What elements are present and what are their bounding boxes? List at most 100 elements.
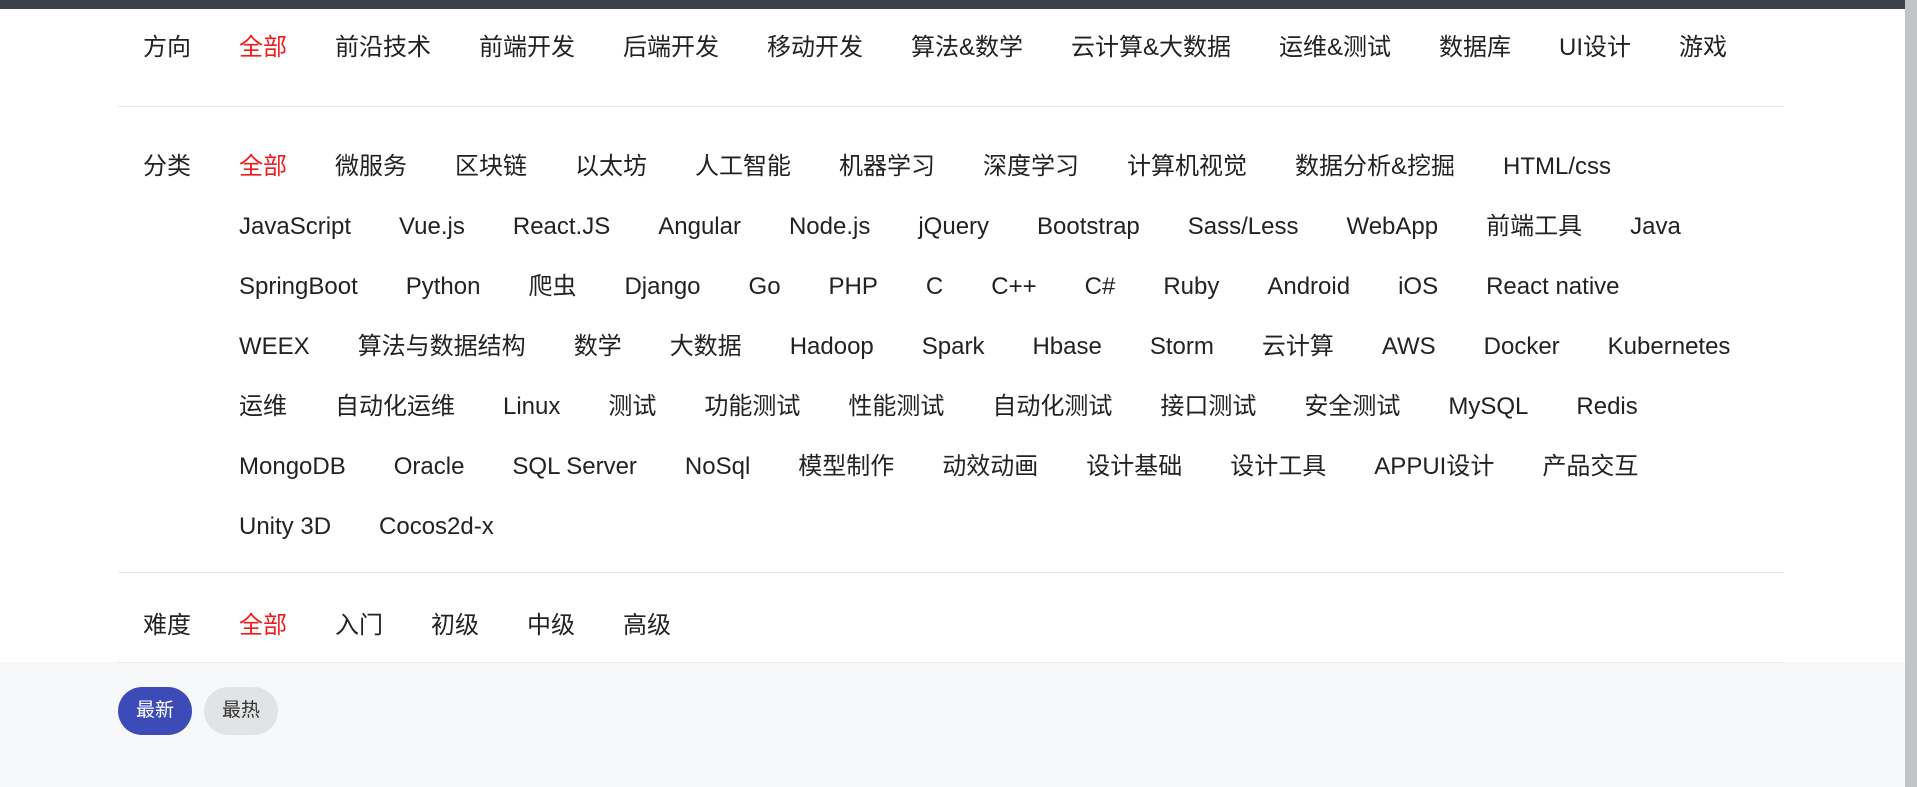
category-option[interactable]: 设计工具 bbox=[1230, 451, 1326, 511]
level-option[interactable]: 入门 bbox=[335, 610, 383, 642]
category-option[interactable]: 安全测试 bbox=[1304, 391, 1400, 451]
category-option[interactable]: 大数据 bbox=[670, 331, 742, 391]
category-option[interactable]: 测试 bbox=[608, 391, 656, 451]
level-filter-row: 难度 全部 入门 初级 中级 高级 bbox=[118, 573, 1784, 663]
category-filter-row: 分类 全部 微服务 区块链 以太坊 人工智能 机器学习 深度学习 计算机视觉 数据分析&挖掘 HT… bbox=[118, 107, 1784, 573]
category-option[interactable]: SpringBoot bbox=[239, 271, 358, 331]
sort-newest-button[interactable]: 最新 bbox=[118, 687, 193, 735]
direction-option[interactable]: UI设计 bbox=[1559, 32, 1631, 64]
category-option[interactable]: Docker bbox=[1484, 331, 1560, 391]
category-option[interactable]: Bootstrap bbox=[1037, 211, 1140, 271]
category-option[interactable]: 微服务 bbox=[335, 151, 407, 211]
category-option[interactable]: 数据分析&挖掘 bbox=[1295, 151, 1455, 211]
category-option[interactable]: Go bbox=[749, 271, 781, 331]
category-option[interactable]: jQuery bbox=[918, 211, 989, 271]
direction-option[interactable]: 算法&数学 bbox=[911, 32, 1023, 64]
category-option[interactable]: WEEX bbox=[239, 331, 310, 391]
category-option[interactable]: Linux bbox=[503, 391, 560, 451]
category-option[interactable]: Python bbox=[406, 271, 481, 331]
category-option[interactable]: HTML/css bbox=[1503, 151, 1611, 211]
category-option[interactable]: 计算机视觉 bbox=[1127, 151, 1247, 211]
category-option[interactable]: Oracle bbox=[394, 451, 465, 511]
category-option[interactable]: 算法与数据结构 bbox=[358, 331, 526, 391]
category-option[interactable]: NoSql bbox=[685, 451, 750, 511]
direction-option[interactable]: 前沿技术 bbox=[335, 32, 431, 64]
category-label: 分类 bbox=[143, 153, 191, 180]
category-option[interactable]: C bbox=[926, 271, 943, 331]
category-option[interactable]: 接口测试 bbox=[1160, 391, 1256, 451]
category-option[interactable]: JavaScript bbox=[239, 211, 351, 271]
direction-option[interactable]: 后端开发 bbox=[623, 32, 719, 64]
sort-bar: 最新 最热 bbox=[118, 687, 279, 735]
category-option[interactable]: SQL Server bbox=[512, 451, 637, 511]
category-option[interactable]: AWS bbox=[1382, 331, 1436, 391]
top-bar bbox=[0, 0, 1905, 9]
category-option[interactable]: C# bbox=[1085, 271, 1116, 331]
category-option[interactable]: 数学 bbox=[574, 331, 622, 391]
level-options: 全部 入门 初级 中级 高级 bbox=[239, 573, 1784, 662]
direction-option[interactable]: 前端开发 bbox=[479, 32, 575, 64]
category-option[interactable]: 前端工具 bbox=[1486, 211, 1582, 271]
category-option[interactable]: Redis bbox=[1576, 391, 1637, 451]
category-option[interactable]: Storm bbox=[1150, 331, 1214, 391]
level-option[interactable]: 初级 bbox=[431, 610, 479, 642]
category-option[interactable]: Cocos2d-x bbox=[379, 511, 494, 571]
category-option[interactable]: 性能测试 bbox=[848, 391, 944, 451]
category-option[interactable]: 模型制作 bbox=[798, 451, 894, 511]
category-option[interactable]: Django bbox=[624, 271, 700, 331]
direction-option[interactable]: 运维&测试 bbox=[1279, 32, 1391, 64]
category-option[interactable]: React native bbox=[1486, 271, 1619, 331]
category-option[interactable]: Hbase bbox=[1032, 331, 1101, 391]
category-option[interactable]: Hadoop bbox=[790, 331, 874, 391]
category-option[interactable]: Vue.js bbox=[399, 211, 465, 271]
direction-option[interactable]: 全部 bbox=[239, 32, 287, 64]
category-option[interactable]: 人工智能 bbox=[695, 151, 791, 211]
category-option[interactable]: APPUI设计 bbox=[1374, 451, 1494, 511]
direction-option[interactable]: 移动开发 bbox=[767, 32, 863, 64]
category-option[interactable]: iOS bbox=[1398, 271, 1438, 331]
category-option[interactable]: Java bbox=[1630, 211, 1681, 271]
category-option[interactable]: PHP bbox=[829, 271, 878, 331]
category-option[interactable]: 设计基础 bbox=[1086, 451, 1182, 511]
category-option[interactable]: 爬虫 bbox=[528, 271, 576, 331]
category-option[interactable]: 深度学习 bbox=[983, 151, 1079, 211]
level-label: 难度 bbox=[143, 612, 191, 639]
sort-hottest-button[interactable]: 最热 bbox=[204, 687, 279, 735]
category-option[interactable]: 以太坊 bbox=[575, 151, 647, 211]
category-option[interactable]: 运维 bbox=[239, 391, 287, 451]
category-option[interactable]: C++ bbox=[991, 271, 1036, 331]
category-option[interactable]: WebApp bbox=[1346, 211, 1438, 271]
category-option[interactable]: Angular bbox=[658, 211, 741, 271]
category-option[interactable]: Ruby bbox=[1163, 271, 1219, 331]
category-option[interactable]: MongoDB bbox=[239, 451, 346, 511]
direction-label: 方向 bbox=[143, 34, 191, 61]
direction-option[interactable]: 游戏 bbox=[1679, 32, 1727, 64]
category-option[interactable]: 自动化测试 bbox=[992, 391, 1112, 451]
direction-filter-row: 方向 全部 前沿技术 前端开发 后端开发 移动开发 算法&数学 云计算&大数据 运维&测试 数据… bbox=[118, 9, 1784, 107]
category-option[interactable]: 机器学习 bbox=[839, 151, 935, 211]
category-option[interactable]: Unity 3D bbox=[239, 511, 331, 571]
category-option[interactable]: 功能测试 bbox=[704, 391, 800, 451]
direction-option[interactable]: 数据库 bbox=[1439, 32, 1511, 64]
level-option[interactable]: 高级 bbox=[623, 610, 671, 642]
category-option[interactable]: Spark bbox=[922, 331, 985, 391]
category-option[interactable]: Node.js bbox=[789, 211, 870, 271]
level-option[interactable]: 全部 bbox=[239, 610, 287, 642]
category-option[interactable]: React.JS bbox=[513, 211, 610, 271]
category-option[interactable]: Sass/Less bbox=[1188, 211, 1299, 271]
category-option[interactable]: 云计算 bbox=[1262, 331, 1334, 391]
scrollbar-thumb[interactable] bbox=[1905, 0, 1917, 787]
level-option[interactable]: 中级 bbox=[527, 610, 575, 642]
category-option[interactable]: Kubernetes bbox=[1608, 331, 1731, 391]
direction-option[interactable]: 云计算&大数据 bbox=[1071, 32, 1231, 64]
category-option[interactable]: 自动化运维 bbox=[335, 391, 455, 451]
category-option[interactable]: 动效动画 bbox=[942, 451, 1038, 511]
category-option[interactable]: Android bbox=[1267, 271, 1350, 331]
scrollbar-track[interactable] bbox=[1905, 0, 1917, 787]
category-options: 全部 微服务 区块链 以太坊 人工智能 机器学习 深度学习 计算机视觉 数据分析&挖掘 HTML/… bbox=[239, 107, 1784, 572]
category-option[interactable]: 产品交互 bbox=[1542, 451, 1638, 511]
category-option[interactable]: 全部 bbox=[239, 151, 287, 211]
category-option[interactable]: MySQL bbox=[1448, 391, 1528, 451]
filter-panel: 方向 全部 前沿技术 前端开发 后端开发 移动开发 算法&数学 云计算&大数据 运维&测试 数据… bbox=[0, 9, 1905, 663]
category-option[interactable]: 区块链 bbox=[455, 151, 527, 211]
